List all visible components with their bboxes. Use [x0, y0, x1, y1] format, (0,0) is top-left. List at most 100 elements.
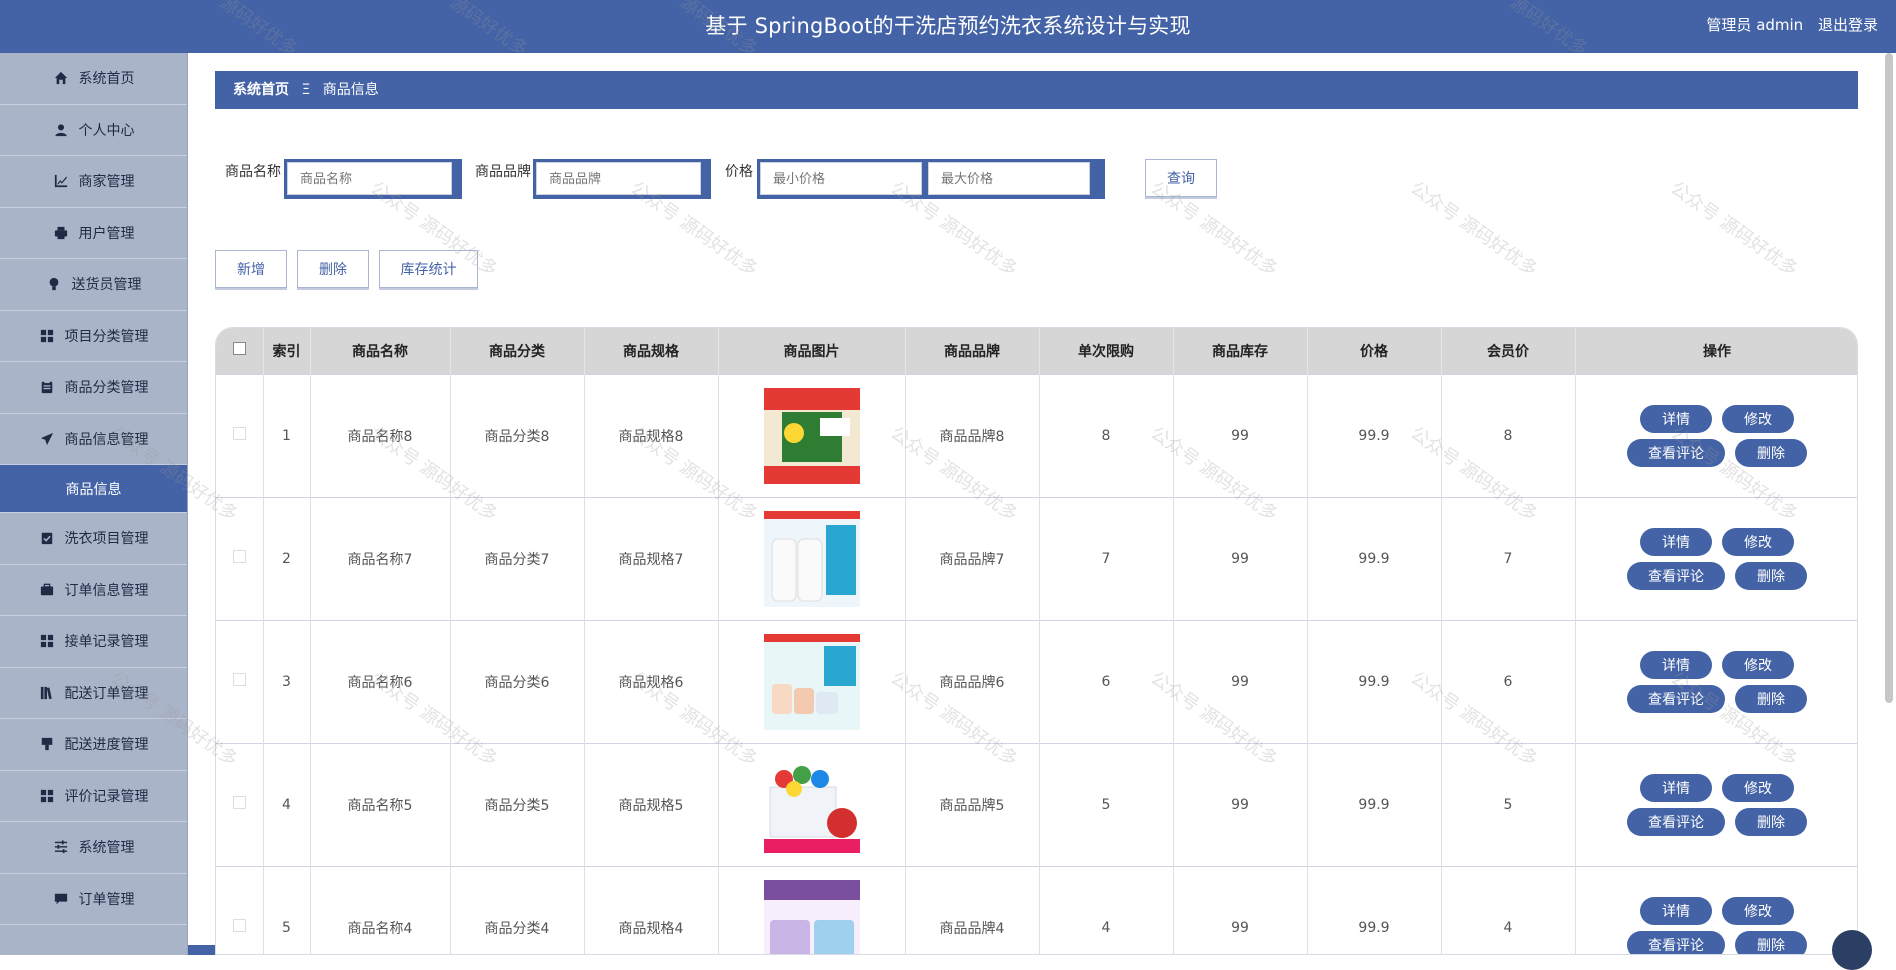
sidebar-item-system[interactable]: 系统管理 — [0, 822, 187, 874]
select-all-checkbox[interactable] — [232, 342, 246, 356]
sidebar-item-label: 系统管理 — [78, 840, 135, 857]
cell-limit: 5 — [1039, 742, 1174, 866]
min-price-input[interactable] — [760, 162, 922, 195]
cell-index: 5 — [263, 865, 311, 954]
select-all-header — [216, 328, 264, 374]
breadcrumb-home[interactable]: 系统首页 — [233, 82, 289, 98]
sidebar-item-home[interactable]: 系统首页 — [0, 53, 187, 105]
edit-button[interactable]: 修改 — [1722, 404, 1794, 433]
row-checkbox[interactable] — [232, 673, 246, 686]
detail-button[interactable]: 详情 — [1640, 404, 1712, 433]
view-reviews-button[interactable]: 查看评论 — [1627, 438, 1725, 467]
product-image[interactable] — [763, 633, 860, 730]
column-header: 价格 — [1307, 328, 1442, 374]
row-checkbox[interactable] — [232, 427, 246, 440]
floating-avatar-button[interactable] — [1832, 930, 1872, 970]
view-reviews-button[interactable]: 查看评论 — [1627, 930, 1725, 954]
sidebar-item-label: 个人中心 — [78, 122, 135, 139]
view-reviews-button[interactable]: 查看评论 — [1627, 684, 1725, 713]
cell-index: 4 — [263, 742, 311, 866]
delete-row-button[interactable]: 删除 — [1735, 438, 1807, 467]
cell-brand: 商品品牌6 — [905, 619, 1040, 743]
product-name-input[interactable] — [287, 162, 452, 195]
view-reviews-button[interactable]: 查看评论 — [1627, 807, 1725, 836]
comment-icon — [53, 891, 69, 907]
detail-button[interactable]: 详情 — [1640, 527, 1712, 556]
sidebar-item-profile[interactable]: 个人中心 — [0, 105, 187, 156]
sidebar-item-delivery-progress[interactable]: 配送进度管理 — [0, 719, 187, 771]
sliders-icon — [53, 839, 69, 855]
sidebar-item-reviews[interactable]: 评价记录管理 — [0, 771, 187, 822]
sidebar-item-label: 评价记录管理 — [64, 788, 149, 805]
grid-icon — [39, 328, 55, 344]
detail-button[interactable]: 详情 — [1640, 650, 1712, 679]
cell-name: 商品名称7 — [310, 496, 451, 620]
product-image[interactable] — [763, 510, 860, 607]
sidebar-item-label: 商家管理 — [78, 174, 135, 191]
product-image[interactable] — [763, 756, 860, 853]
edit-button[interactable]: 修改 — [1722, 527, 1794, 556]
delete-row-button[interactable]: 删除 — [1735, 930, 1807, 954]
sidebar-item-product-info-mgmt[interactable]: 商品信息管理 — [0, 414, 187, 465]
product-image[interactable] — [763, 387, 860, 484]
product-brand-input[interactable] — [536, 162, 701, 195]
user-area: 管理员 admin 退出登录 — [1696, 0, 1878, 50]
sidebar-item-users[interactable]: 用户管理 — [0, 208, 187, 259]
column-header: 商品库存 — [1173, 328, 1308, 374]
sidebar-item-laundry-projects[interactable]: 洗衣项目管理 — [0, 513, 187, 565]
cell-spec: 商品规格8 — [584, 373, 719, 497]
stock-stats-button[interactable]: 库存统计 — [379, 250, 478, 288]
delete-button[interactable]: 删除 — [297, 250, 369, 288]
sidebar-item-label: 用户管理 — [78, 225, 135, 242]
sidebar-item-order-mgmt[interactable]: 订单管理 — [0, 874, 187, 925]
row-checkbox[interactable] — [232, 796, 246, 809]
cell-image — [718, 865, 906, 955]
cell-member-price: 5 — [1441, 742, 1576, 866]
cell-image — [718, 619, 906, 743]
edit-button[interactable]: 修改 — [1722, 896, 1794, 925]
delete-row-button[interactable]: 删除 — [1735, 684, 1807, 713]
cell-limit: 6 — [1039, 619, 1174, 743]
sidebar-item-product-info[interactable]: 商品信息 — [0, 465, 187, 513]
add-button[interactable]: 新增 — [215, 250, 287, 288]
row-checkbox[interactable] — [232, 919, 246, 933]
row-checkbox[interactable] — [232, 550, 246, 563]
delete-row-button[interactable]: 删除 — [1735, 561, 1807, 590]
edit-button[interactable]: 修改 — [1722, 650, 1794, 679]
edit-button[interactable]: 修改 — [1722, 773, 1794, 802]
view-reviews-button[interactable]: 查看评论 — [1627, 561, 1725, 590]
sidebar-item-label: 订单管理 — [78, 891, 135, 908]
sidebar-item-delivery-orders[interactable]: 配送订单管理 — [0, 668, 187, 719]
query-button[interactable]: 查询 — [1145, 159, 1217, 197]
breadcrumb-separator: Ξ — [301, 82, 311, 98]
table-row: 2 商品名称7 商品分类7 商品规格7 商品品牌7 7 99 99.9 7 详情… — [216, 496, 1857, 620]
page-scrollbar[interactable] — [1885, 53, 1893, 703]
sidebar-item-merchants[interactable]: 商家管理 — [0, 156, 187, 208]
product-image[interactable] — [763, 879, 860, 955]
sidebar-item-project-categories[interactable]: 项目分类管理 — [0, 311, 187, 362]
detail-button[interactable]: 详情 — [1640, 773, 1712, 802]
sidebar-item-product-categories[interactable]: 商品分类管理 — [0, 362, 187, 414]
column-header: 单次限购 — [1039, 328, 1174, 374]
cell-price: 99.9 — [1307, 373, 1442, 497]
printer-icon — [53, 225, 69, 241]
sidebar-item-couriers[interactable]: 送货员管理 — [0, 259, 187, 311]
delete-row-button[interactable]: 删除 — [1735, 807, 1807, 836]
action-buttons: 新增 删除 库存统计 — [215, 250, 615, 292]
table-row: 3 商品名称6 商品分类6 商品规格6 商品品牌6 6 99 99.9 6 详情… — [216, 619, 1857, 743]
logout-link[interactable]: 退出登录 — [1818, 16, 1878, 34]
column-header: 商品分类 — [450, 328, 585, 374]
sidebar-item-accept-records[interactable]: 接单记录管理 — [0, 616, 187, 668]
bottom-bar-edge — [188, 945, 215, 955]
sidebar-item-orders[interactable]: 订单信息管理 — [0, 565, 187, 616]
cell-stock: 99 — [1173, 496, 1308, 620]
cell-spec: 商品规格5 — [584, 742, 719, 866]
cell-price: 99.9 — [1307, 865, 1442, 954]
cell-price: 99.9 — [1307, 619, 1442, 743]
product-brand-label: 商品品牌 — [475, 164, 531, 180]
cell-limit: 7 — [1039, 496, 1174, 620]
cell-index: 3 — [263, 619, 311, 743]
sidebar-item-label: 接单记录管理 — [64, 634, 149, 651]
max-price-input[interactable] — [928, 162, 1090, 195]
detail-button[interactable]: 详情 — [1640, 896, 1712, 925]
